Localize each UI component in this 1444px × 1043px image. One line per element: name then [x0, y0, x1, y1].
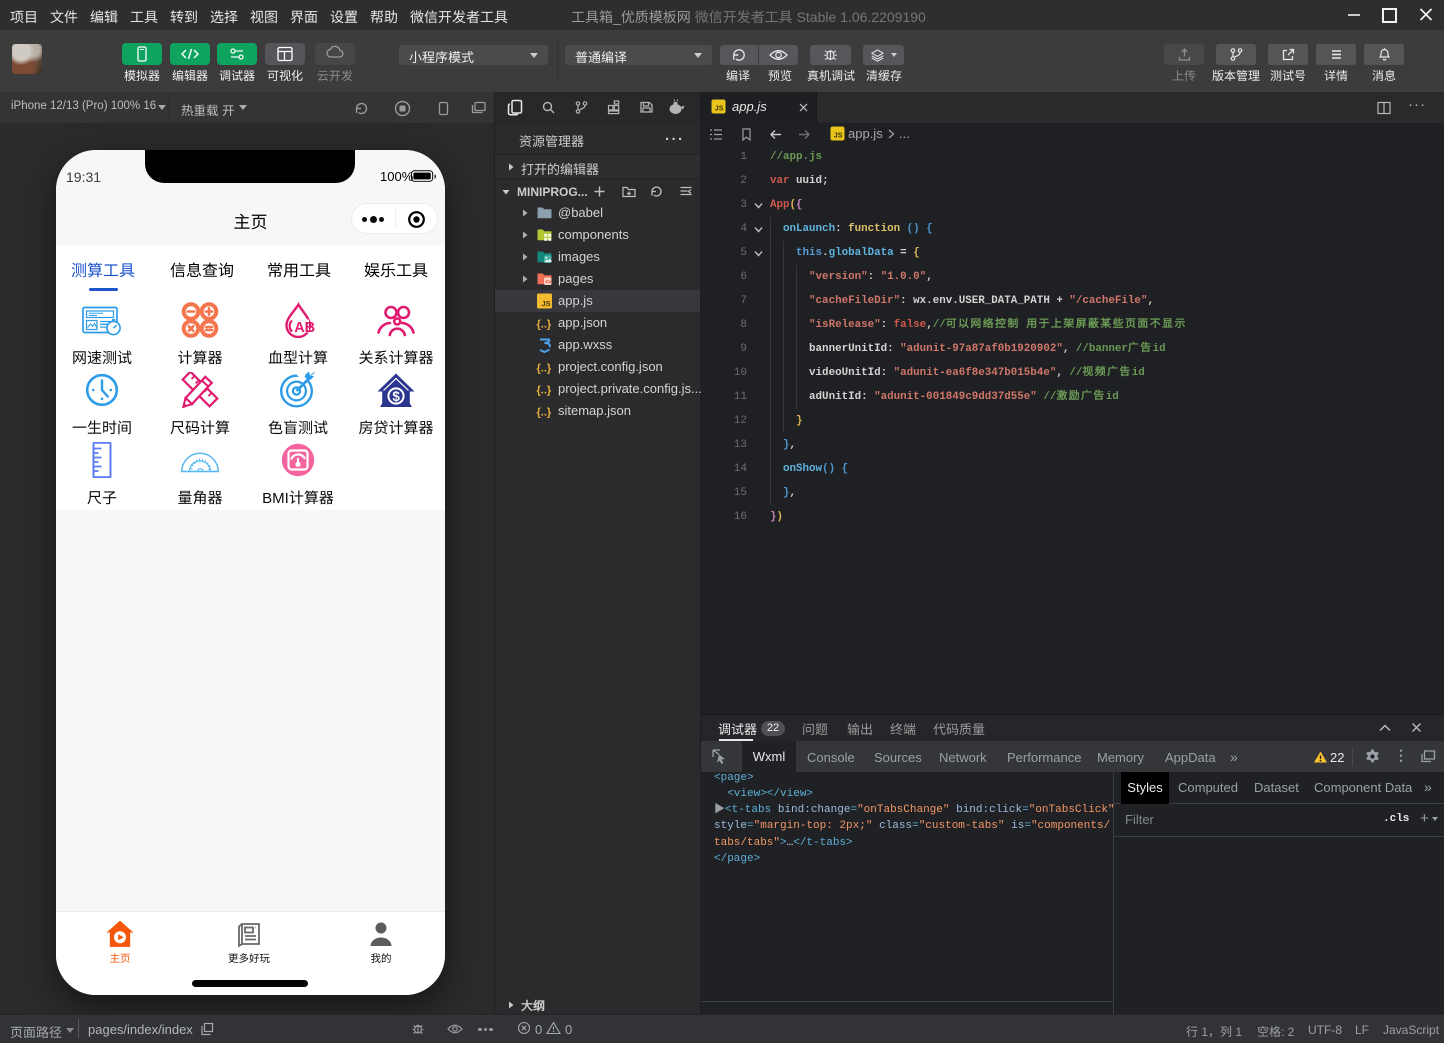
svg-text:JS: JS — [834, 133, 843, 140]
svg-text:{..}: {..} — [537, 363, 552, 375]
svg-text:{..}: {..} — [537, 319, 552, 331]
svg-text:{..}: {..} — [537, 385, 552, 397]
svg-text:AB: AB — [294, 320, 315, 336]
svg-text:JS: JS — [542, 299, 551, 308]
svg-text:$: $ — [392, 389, 400, 404]
svg-text:JS: JS — [715, 106, 724, 113]
svg-text:<>: <> — [545, 279, 551, 285]
svg-text:{..}: {..} — [537, 407, 552, 419]
